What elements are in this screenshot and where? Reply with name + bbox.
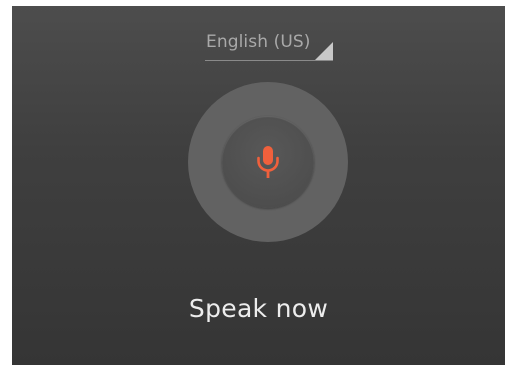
- microphone-icon: [257, 146, 279, 178]
- mic-button[interactable]: [222, 116, 314, 208]
- language-label: English (US): [206, 32, 311, 52]
- voice-search-dialog: English (US) Speak now: [12, 6, 505, 365]
- language-dropdown[interactable]: English (US): [205, 32, 333, 61]
- speak-now-prompt: Speak now: [188, 294, 329, 323]
- dropdown-corner-arrow-icon: [315, 42, 333, 60]
- language-underline: [205, 60, 333, 61]
- mic-level-ring: [188, 82, 348, 242]
